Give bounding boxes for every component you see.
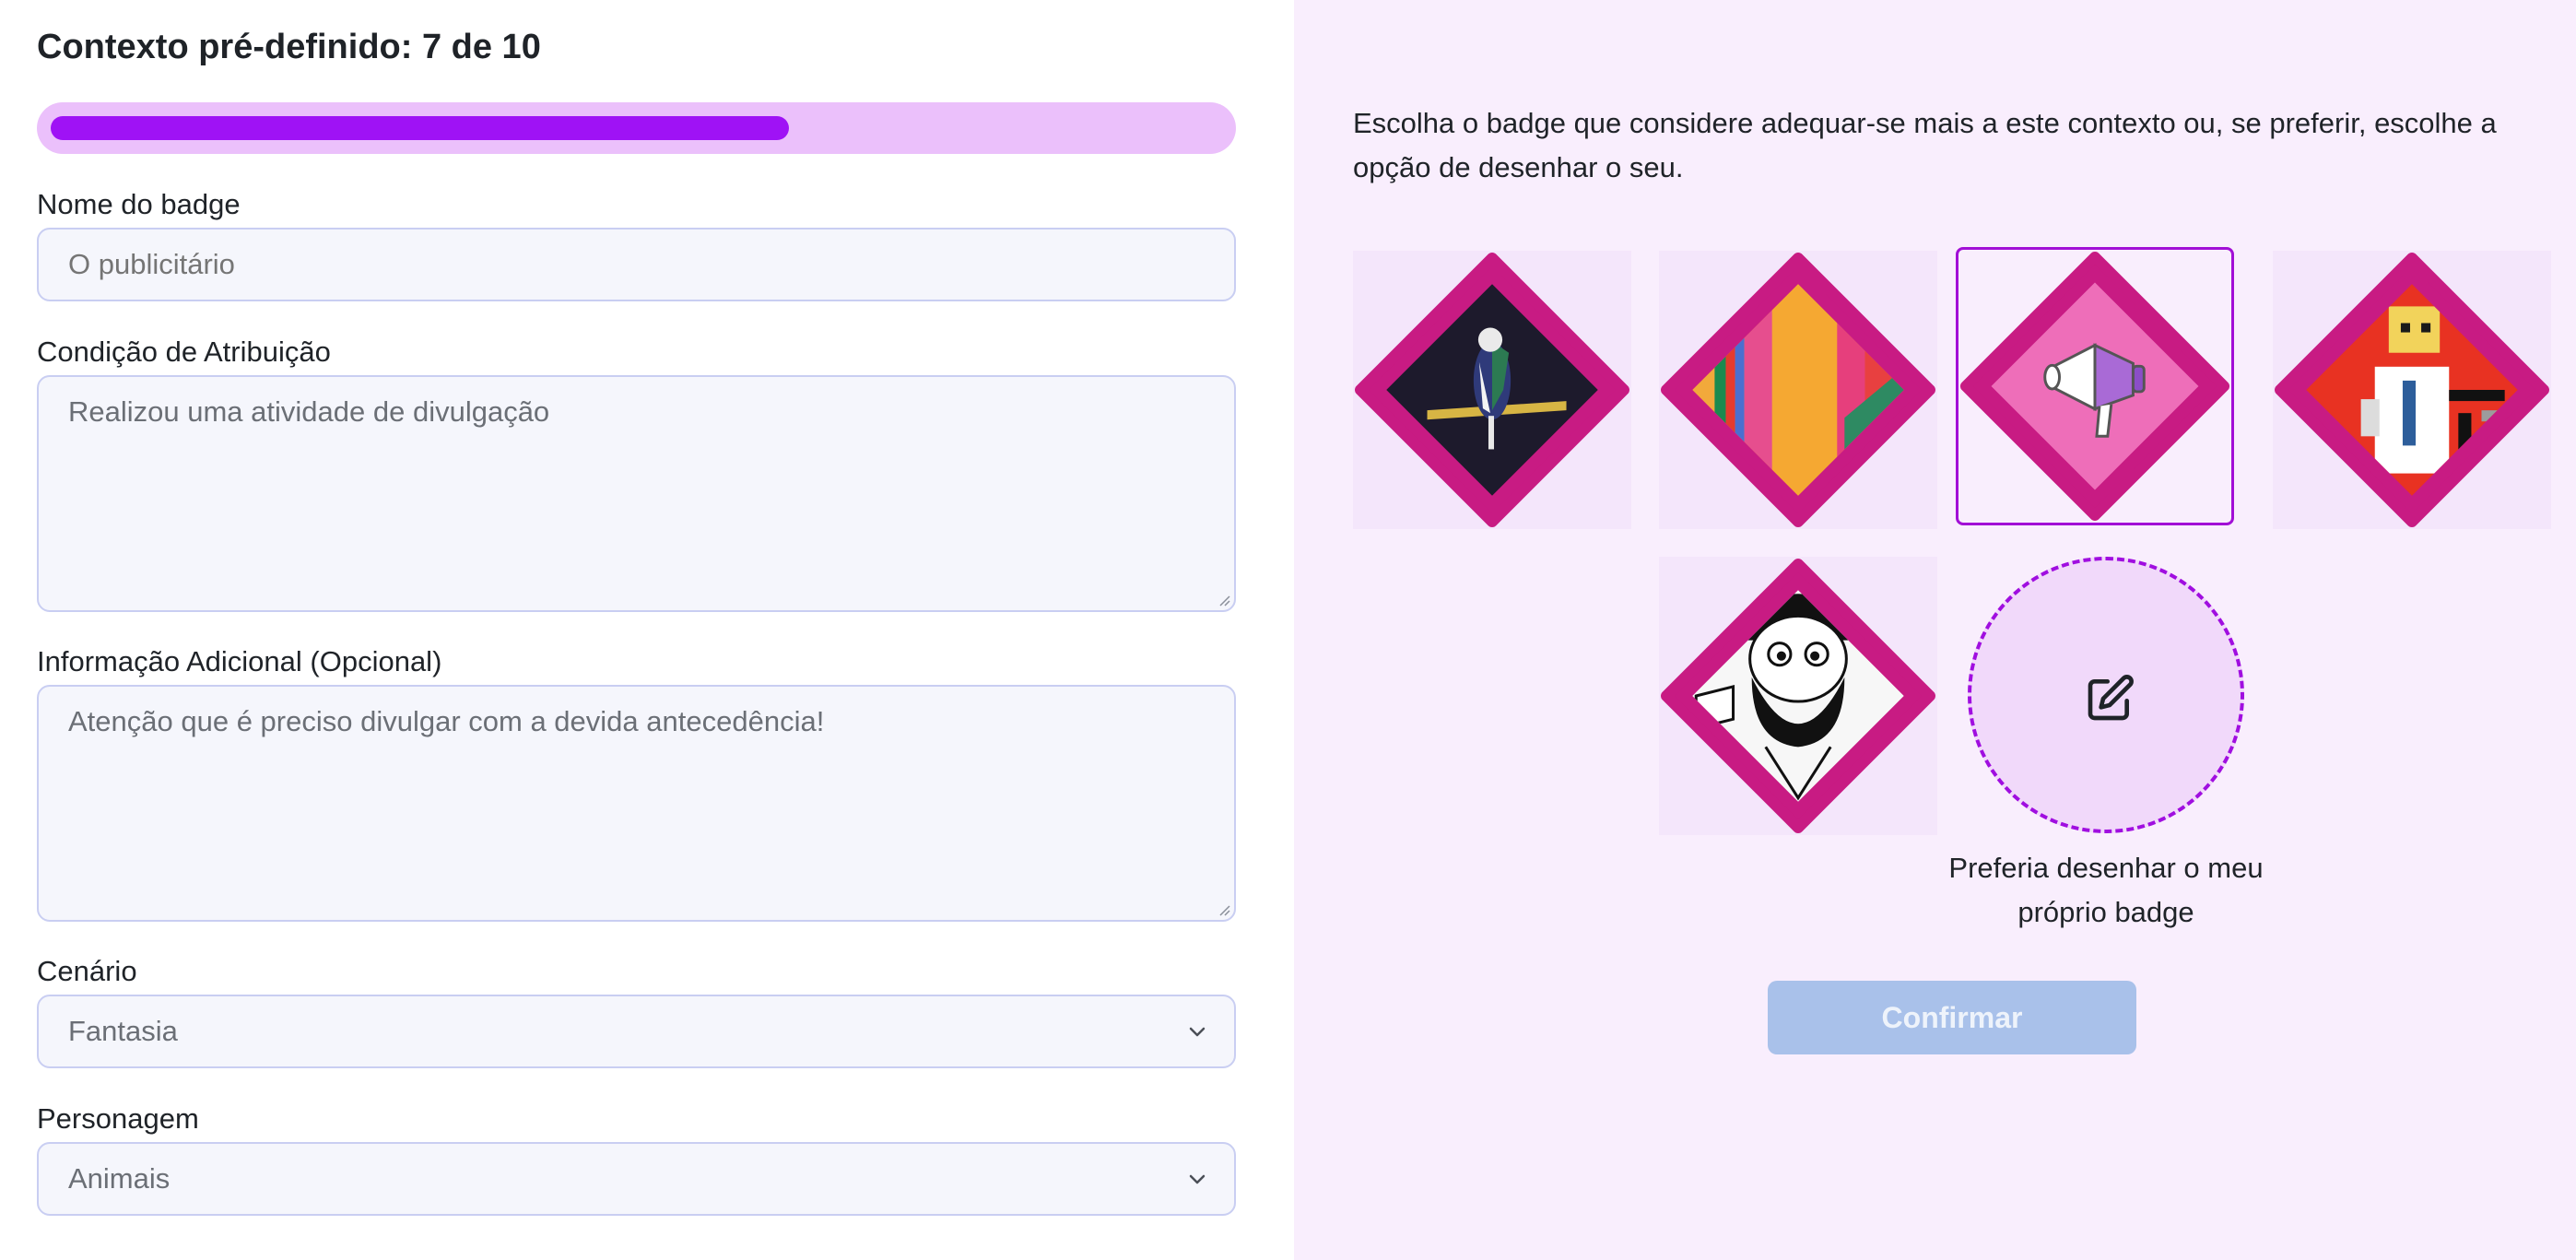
- additional-info-placeholder: Atenção que é preciso divulgar com a dev…: [68, 705, 825, 737]
- chevron-down-icon: [1189, 1027, 1206, 1037]
- bearded-man-badge[interactable]: [1659, 557, 1937, 835]
- edit-icon: [2088, 675, 2134, 721]
- progress-bar: [37, 102, 1236, 154]
- scenario-select[interactable]: Fantasia: [37, 995, 1236, 1068]
- scenario-value: Fantasia: [68, 1015, 178, 1047]
- character-label: Personagem: [37, 1102, 199, 1135]
- megaphone-badge[interactable]: [1956, 247, 2234, 525]
- progress-bar-fill: [51, 116, 789, 140]
- resize-handle-icon[interactable]: [1217, 594, 1230, 606]
- pixel-character-badge[interactable]: [2273, 251, 2551, 529]
- page-title: Contexto pré-definido: 7 de 10: [37, 28, 541, 66]
- confirm-button[interactable]: Confirmar: [1768, 981, 2136, 1054]
- draw-own-badge-label: Preferia desenhar o meu próprio badge: [1948, 852, 2264, 928]
- additional-info-textarea[interactable]: Atenção que é preciso divulgar com a dev…: [37, 685, 1236, 922]
- additional-info-label: Informação Adicional (Opcional): [37, 645, 442, 677]
- bird-on-branch-badge[interactable]: [1353, 251, 1631, 529]
- colorful-stripes-badge[interactable]: [1659, 251, 1937, 529]
- attribution-placeholder: Realizou uma atividade de divulgação: [68, 395, 550, 428]
- picker-instructions: Escolha o badge que considere adequar-se…: [1353, 107, 2497, 183]
- chevron-down-icon: [1189, 1174, 1206, 1184]
- badge-name-input[interactable]: [37, 228, 1236, 301]
- character-value: Animais: [68, 1162, 171, 1195]
- resize-handle-icon[interactable]: [1217, 903, 1230, 916]
- badge-form-panel: Contexto pré-definido: 7 de 10 Nome do b…: [0, 0, 1294, 1260]
- attribution-textarea[interactable]: Realizou uma atividade de divulgação: [37, 375, 1236, 612]
- attribution-label: Condição de Atribuição: [37, 336, 331, 368]
- scenario-label: Cenário: [37, 955, 137, 987]
- badge-name-label: Nome do badge: [37, 188, 241, 220]
- character-select[interactable]: Animais: [37, 1142, 1236, 1216]
- draw-own-badge-button[interactable]: [1968, 557, 2244, 833]
